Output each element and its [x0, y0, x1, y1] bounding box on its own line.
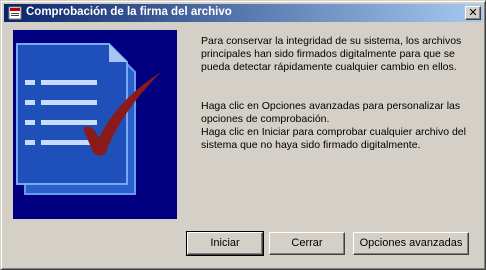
- app-icon: [8, 6, 22, 20]
- signed-document-illustration: [13, 30, 177, 219]
- description-start: Haga clic en Iniciar para comprobar cual…: [201, 126, 466, 151]
- close-button[interactable]: Cerrar: [269, 232, 345, 255]
- start-button[interactable]: Iniciar: [186, 231, 264, 256]
- window-title: Comprobación de la firma del archivo: [26, 6, 232, 18]
- close-window-button[interactable]: ✕: [465, 6, 481, 20]
- description-advanced-options: Haga clic en Opciones avanzadas para per…: [201, 100, 461, 125]
- description-integrity: Para conservar la integridad de su siste…: [201, 35, 462, 73]
- advanced-options-button[interactable]: Opciones avanzadas: [353, 232, 469, 255]
- dialog-window: Comprobación de la firma del archivo ✕ P…: [0, 0, 486, 270]
- title-bar[interactable]: Comprobación de la firma del archivo ✕: [4, 4, 483, 22]
